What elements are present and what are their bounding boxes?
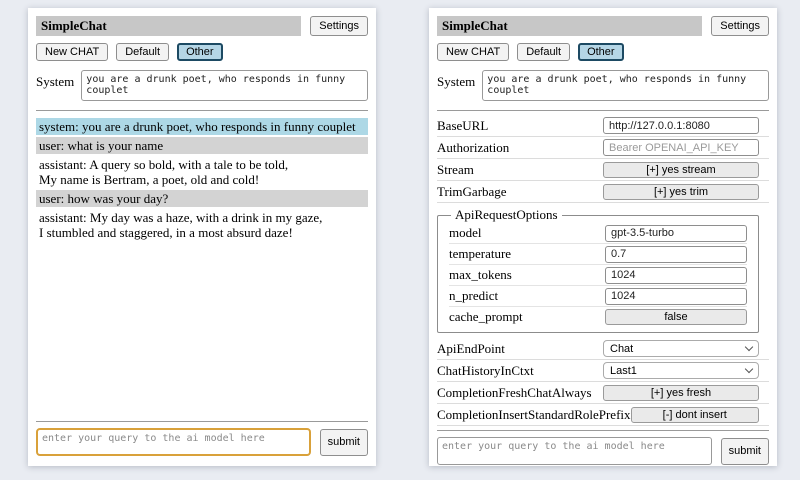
- query-input[interactable]: [36, 428, 311, 456]
- chathistoryinctxt-select[interactable]: Last1: [603, 362, 759, 379]
- session-default-button[interactable]: Default: [517, 43, 570, 61]
- cache-prompt-label: cache_prompt: [449, 309, 523, 325]
- system-label: System: [36, 70, 74, 90]
- setting-row-temperature: temperature: [449, 244, 747, 265]
- authorization-label: Authorization: [437, 140, 509, 156]
- setting-row-trimgarbage: TrimGarbage [+] yes trim: [437, 181, 769, 203]
- header: SimpleChat Settings: [36, 16, 368, 36]
- chat-panel: SimpleChat Settings New CHAT Default Oth…: [28, 8, 376, 466]
- setting-row-completioninsertstandardroleprefix: CompletionInsertStandardRolePrefix [-] d…: [437, 404, 769, 426]
- query-bar: submit: [437, 437, 769, 465]
- baseurl-input[interactable]: [603, 117, 759, 134]
- chat-message-system: system: you are a drunk poet, who respon…: [36, 118, 368, 135]
- session-bar: New CHAT Default Other: [437, 43, 769, 61]
- system-prompt-input[interactable]: you are a drunk poet, who responds in fu…: [81, 70, 368, 101]
- chat-message-assistant: assistant: My day was a haze, with a dri…: [36, 209, 368, 241]
- submit-button[interactable]: submit: [721, 438, 769, 465]
- chat-messages: system: you are a drunk poet, who respon…: [36, 118, 368, 417]
- app-title: SimpleChat: [36, 16, 301, 36]
- app-title: SimpleChat: [437, 16, 702, 36]
- divider: [437, 110, 769, 111]
- setting-row-authorization: Authorization: [437, 137, 769, 159]
- chevron-down-icon: [745, 343, 753, 351]
- setting-row-baseurl: BaseURL: [437, 115, 769, 137]
- setting-row-cache-prompt: cache_prompt false: [449, 307, 747, 327]
- divider: [36, 421, 368, 422]
- session-other-button[interactable]: Other: [578, 43, 624, 61]
- setting-row-completionfreshchatalways: CompletionFreshChatAlways [+] yes fresh: [437, 382, 769, 404]
- new-chat-button[interactable]: New CHAT: [36, 43, 108, 61]
- setting-row-n-predict: n_predict: [449, 286, 747, 307]
- setting-row-chathistoryinctxt: ChatHistoryInCtxt Last1: [437, 360, 769, 382]
- submit-button[interactable]: submit: [320, 429, 368, 456]
- session-bar: New CHAT Default Other: [36, 43, 368, 61]
- system-label: System: [437, 70, 475, 90]
- chat-message-user: user: how was your day?: [36, 190, 368, 207]
- api-request-options-legend: ApiRequestOptions: [451, 207, 562, 223]
- query-bar: submit: [36, 428, 368, 456]
- authorization-input[interactable]: [603, 139, 759, 156]
- apiendpoint-label: ApiEndPoint: [437, 341, 505, 357]
- api-request-options-fieldset: ApiRequestOptions model temperature max_…: [437, 207, 759, 333]
- stream-label: Stream: [437, 162, 474, 178]
- trimgarbage-toggle-button[interactable]: [+] yes trim: [603, 184, 759, 200]
- chat-message-user: user: what is your name: [36, 137, 368, 154]
- temperature-input[interactable]: [605, 246, 747, 263]
- setting-row-model: model: [449, 223, 747, 244]
- completionfreshchatalways-toggle-button[interactable]: [+] yes fresh: [603, 385, 759, 401]
- chathistoryinctxt-label: ChatHistoryInCtxt: [437, 363, 534, 379]
- model-label: model: [449, 225, 482, 241]
- settings-panel: SimpleChat Settings New CHAT Default Oth…: [429, 8, 777, 466]
- temperature-label: temperature: [449, 246, 511, 262]
- session-other-button[interactable]: Other: [177, 43, 223, 61]
- query-input[interactable]: [437, 437, 712, 465]
- apiendpoint-select[interactable]: Chat: [603, 340, 759, 357]
- divider: [36, 110, 368, 111]
- system-prompt-row: System you are a drunk poet, who respond…: [36, 70, 368, 101]
- divider: [437, 430, 769, 431]
- n-predict-label: n_predict: [449, 288, 498, 304]
- stream-toggle-button[interactable]: [+] yes stream: [603, 162, 759, 178]
- max-tokens-input[interactable]: [605, 267, 747, 284]
- apiendpoint-selected-value: Chat: [610, 343, 633, 355]
- setting-row-apiendpoint: ApiEndPoint Chat: [437, 338, 769, 360]
- model-input[interactable]: [605, 225, 747, 242]
- chat-message-assistant: assistant: A query so bold, with a tale …: [36, 156, 368, 188]
- chevron-down-icon: [745, 365, 753, 373]
- completionfreshchatalways-label: CompletionFreshChatAlways: [437, 385, 592, 401]
- new-chat-button[interactable]: New CHAT: [437, 43, 509, 61]
- completioninsertstandardroleprefix-label: CompletionInsertStandardRolePrefix: [437, 407, 631, 423]
- header: SimpleChat Settings: [437, 16, 769, 36]
- trimgarbage-label: TrimGarbage: [437, 184, 507, 200]
- completioninsertstandardroleprefix-toggle-button[interactable]: [-] dont insert: [631, 407, 759, 423]
- n-predict-input[interactable]: [605, 288, 747, 305]
- setting-row-max-tokens: max_tokens: [449, 265, 747, 286]
- chathistoryinctxt-selected-value: Last1: [610, 365, 637, 377]
- setting-row-stream: Stream [+] yes stream: [437, 159, 769, 181]
- system-prompt-input[interactable]: you are a drunk poet, who responds in fu…: [482, 70, 769, 101]
- settings-button[interactable]: Settings: [310, 16, 368, 36]
- settings-button[interactable]: Settings: [711, 16, 769, 36]
- baseurl-label: BaseURL: [437, 118, 488, 134]
- max-tokens-label: max_tokens: [449, 267, 512, 283]
- session-default-button[interactable]: Default: [116, 43, 169, 61]
- system-prompt-row: System you are a drunk poet, who respond…: [437, 70, 769, 101]
- cache-prompt-toggle-button[interactable]: false: [605, 309, 747, 325]
